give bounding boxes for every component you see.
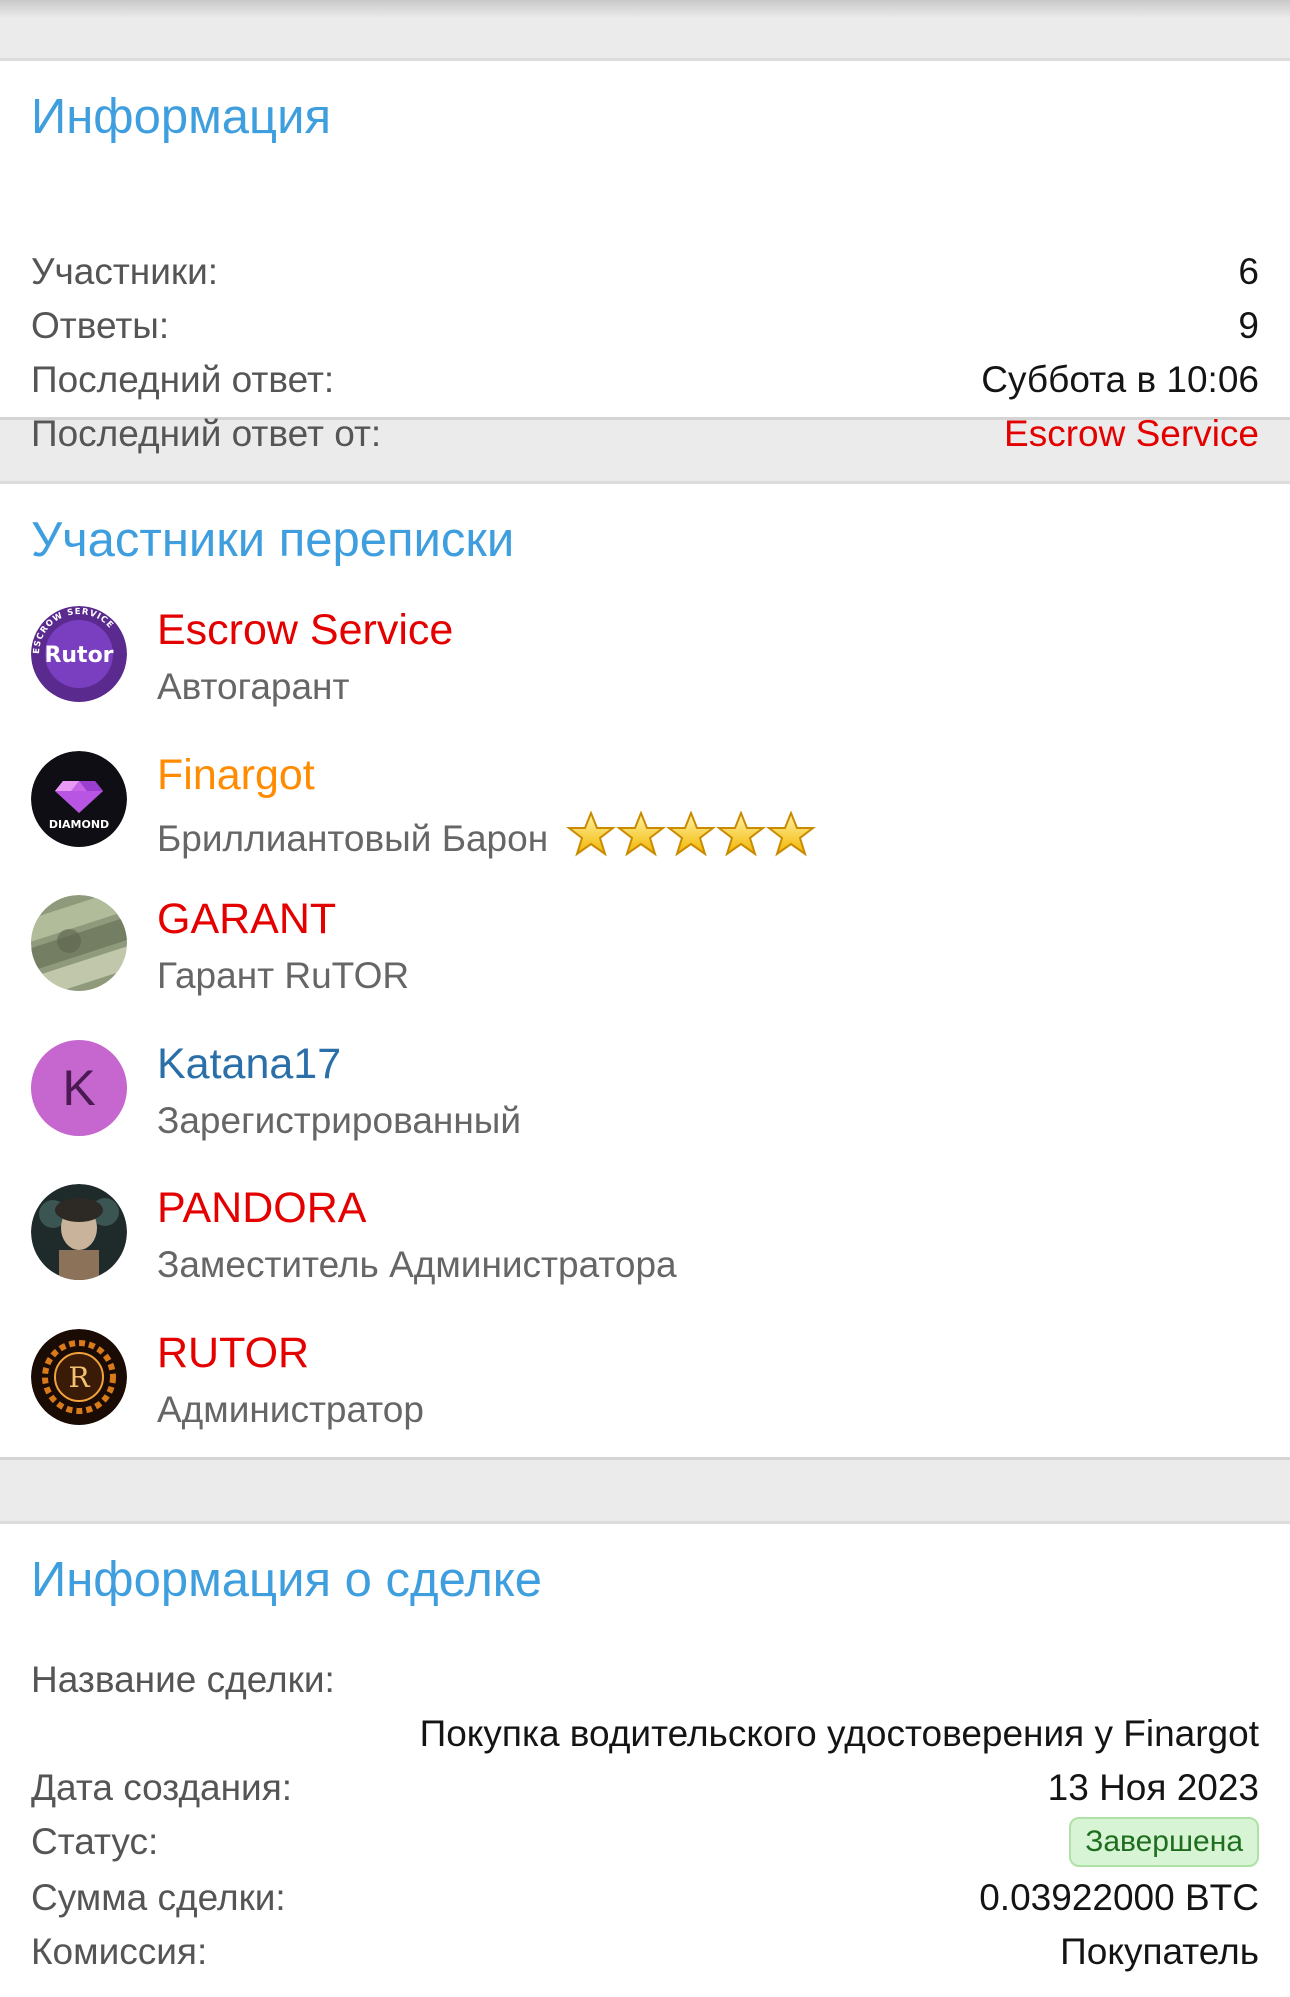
member-item-rutor[interactable]: R RUTOR Администратор bbox=[31, 1329, 1259, 1449]
avatar[interactable]: K bbox=[31, 1040, 127, 1136]
member-item-finargot[interactable]: DIAMOND Finargot Бриллиантовый Барон bbox=[31, 751, 1259, 871]
member-role: Администратор bbox=[157, 1389, 424, 1430]
deal-row-name-label: Название сделки: bbox=[31, 1653, 1259, 1707]
info-label: Последний ответ: bbox=[31, 359, 335, 400]
deal-value: 0.03922000 BTC bbox=[979, 1877, 1259, 1918]
info-label: Последний ответ от: bbox=[31, 413, 382, 454]
deal-row-commission: Комиссия: Покупатель bbox=[31, 1925, 1259, 1979]
status-badge: Завершена bbox=[1069, 1817, 1259, 1867]
member-item-pandora[interactable]: PANDORA Заместитель Администратора bbox=[31, 1184, 1259, 1304]
member-role: Бриллиантовый Барон bbox=[157, 818, 549, 859]
last-reply-user-link[interactable]: Escrow Service bbox=[1004, 413, 1259, 455]
member-name[interactable]: Escrow Service bbox=[157, 606, 453, 655]
member-name[interactable]: Finargot bbox=[157, 751, 315, 800]
avatar[interactable] bbox=[31, 895, 127, 991]
info-block: Информация Участники: 6 Ответы: 9 Послед… bbox=[0, 58, 1290, 454]
avatar-text: DIAMOND bbox=[49, 818, 109, 831]
avatar[interactable]: R bbox=[31, 1329, 127, 1425]
info-title: Информация bbox=[31, 90, 332, 144]
members-title: Участники переписки bbox=[31, 513, 515, 567]
deal-row-created: Дата создания: 13 Ноя 2023 bbox=[31, 1761, 1259, 1815]
info-row-replies: Ответы: 9 bbox=[31, 299, 1259, 353]
rank-stars-icon bbox=[568, 812, 815, 855]
member-item-escrow-service[interactable]: ESCROW SERVICE Rutor Escrow Service Авто… bbox=[31, 606, 1259, 726]
deal-label: Название сделки: bbox=[31, 1659, 335, 1700]
member-name[interactable]: RUTOR bbox=[157, 1329, 309, 1378]
deal-name-value: Покупка водительского удостоверения у Fi… bbox=[419, 1713, 1259, 1754]
deal-value: 13 Ноя 2023 bbox=[1047, 1767, 1259, 1808]
deal-label: Статус: bbox=[31, 1821, 159, 1862]
info-row-last-reply-by: Последний ответ от: Escrow Service bbox=[31, 407, 1259, 461]
member-role: Гарант RuTOR bbox=[157, 955, 410, 996]
info-label: Участники: bbox=[31, 251, 219, 292]
deal-title: Информация о сделке bbox=[31, 1553, 543, 1607]
avatar-text: Rutor bbox=[44, 643, 113, 668]
deal-block: Информация о сделке Название сделки: Пок… bbox=[0, 1521, 1290, 1997]
deal-row-status: Статус: Завершена bbox=[31, 1815, 1259, 1869]
top-shadow bbox=[0, 0, 1290, 18]
member-role: Заместитель Администратора bbox=[157, 1244, 677, 1285]
info-row-participants: Участники: 6 bbox=[31, 245, 1259, 299]
avatar[interactable]: DIAMOND bbox=[31, 751, 127, 847]
member-role: Зарегистрированный bbox=[157, 1100, 522, 1141]
deal-value: Покупатель bbox=[1060, 1931, 1259, 1972]
deal-row-amount: Сумма сделки: 0.03922000 BTC bbox=[31, 1871, 1259, 1925]
deal-row-name-value: Покупка водительского удостоверения у Fi… bbox=[31, 1707, 1259, 1761]
member-name[interactable]: PANDORA bbox=[157, 1184, 366, 1233]
deal-label: Сумма сделки: bbox=[31, 1877, 286, 1918]
members-block: Участники переписки ESCROW SERVICE Rutor… bbox=[0, 481, 1290, 1460]
info-value: 9 bbox=[1238, 305, 1259, 346]
member-item-garant[interactable]: GARANT Гарант RuTOR bbox=[31, 895, 1259, 1015]
member-role-wrap: Бриллиантовый Барон bbox=[157, 811, 818, 860]
info-value: 6 bbox=[1238, 251, 1259, 292]
member-role: Автогарант bbox=[157, 666, 350, 707]
member-name[interactable]: GARANT bbox=[157, 895, 336, 944]
member-name[interactable]: Katana17 bbox=[157, 1040, 341, 1089]
avatar[interactable]: ESCROW SERVICE Rutor bbox=[31, 606, 127, 702]
avatar-text: R bbox=[68, 1361, 90, 1394]
avatar-letter: K bbox=[62, 1060, 96, 1116]
info-label: Ответы: bbox=[31, 305, 170, 346]
info-row-last-reply: Последний ответ: Суббота в 10:06 bbox=[31, 353, 1259, 407]
member-item-katana17[interactable]: K Katana17 Зарегистрированный bbox=[31, 1040, 1259, 1160]
deal-label: Комиссия: bbox=[31, 1931, 208, 1972]
avatar[interactable] bbox=[31, 1184, 127, 1280]
info-value: Суббота в 10:06 bbox=[981, 359, 1259, 400]
deal-label: Дата создания: bbox=[31, 1767, 293, 1808]
